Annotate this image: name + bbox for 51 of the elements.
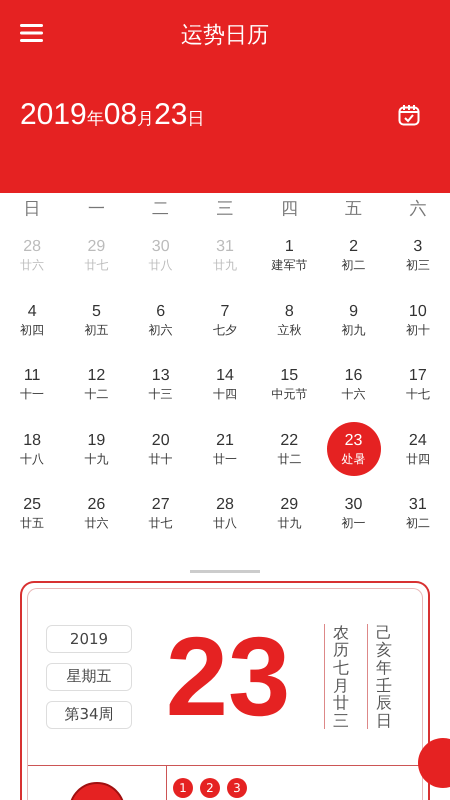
- menu-icon[interactable]: [20, 24, 43, 42]
- day-cell[interactable]: 5 初五: [69, 292, 124, 347]
- day-cell[interactable]: 26 廿六: [69, 486, 124, 540]
- weekday-label: 四: [280, 198, 299, 220]
- day-cell[interactable]: 9 初九: [326, 292, 381, 347]
- big-day-number: 23: [164, 620, 292, 732]
- day-cell[interactable]: 21 廿一: [198, 422, 252, 476]
- day-cell[interactable]: 30 初一: [326, 486, 381, 540]
- weekday-label: 五: [344, 198, 364, 220]
- day-cell[interactable]: 8 立秋: [262, 292, 316, 347]
- day-cell[interactable]: 23 处暑: [326, 422, 381, 476]
- day-cell[interactable]: 27 廿七: [134, 486, 188, 540]
- day-cell[interactable]: 14 十四: [198, 357, 252, 412]
- calendar-icon[interactable]: [398, 104, 420, 126]
- day-cell[interactable]: 18 十八: [5, 422, 60, 476]
- weekday-label: 日: [22, 198, 42, 220]
- day-cell[interactable]: 11 十一: [5, 357, 60, 412]
- number-badge: 2: [200, 778, 220, 798]
- day-cell[interactable]: 6 初六: [134, 292, 188, 347]
- number-badge: 3: [227, 778, 247, 798]
- day-cell[interactable]: 2 初二: [326, 228, 381, 282]
- day-cell[interactable]: 1 建军节: [262, 228, 316, 282]
- day-cell[interactable]: 12 十二: [69, 357, 124, 412]
- day-cell[interactable]: 15 中元节: [262, 357, 316, 412]
- day-cell[interactable]: 13 十三: [134, 357, 188, 412]
- day-cell[interactable]: 19 十九: [69, 422, 124, 476]
- weekday-label: 二: [151, 198, 170, 220]
- lunar-date: 农历七月廿三: [324, 624, 349, 730]
- day-cell[interactable]: 10 初十: [390, 292, 445, 347]
- app-title: 运势日历: [181, 22, 269, 50]
- day-cell[interactable]: 20 廿十: [134, 422, 188, 476]
- info-tag: 星期五: [46, 662, 132, 690]
- day-cell[interactable]: 28 廿八: [198, 486, 252, 540]
- day-cell[interactable]: 31 初二: [390, 486, 445, 540]
- weekday-label: 一: [86, 198, 106, 220]
- drag-handle[interactable]: [190, 570, 260, 572]
- day-cell[interactable]: 3 初三: [390, 228, 445, 282]
- day-cell[interactable]: 17 十七: [390, 357, 445, 412]
- day-cell[interactable]: 16 十六: [326, 357, 381, 412]
- day-cell[interactable]: 24 廿四: [390, 422, 445, 476]
- ganzhi-date: 己亥年壬辰日: [367, 624, 392, 730]
- day-cell[interactable]: 7 七夕: [198, 292, 252, 347]
- number-badge: 1: [173, 778, 193, 798]
- info-tag: 2019: [46, 624, 132, 652]
- day-cell[interactable]: 4 初四: [5, 292, 60, 347]
- weekday-label: 六: [408, 198, 428, 220]
- day-cell[interactable]: 29 廿九: [262, 486, 316, 540]
- day-cell[interactable]: 25 廿五: [5, 486, 60, 540]
- weekday-label: 三: [215, 198, 234, 220]
- info-tag: 第34周: [46, 700, 132, 728]
- day-cell[interactable]: 22 廿二: [262, 422, 316, 476]
